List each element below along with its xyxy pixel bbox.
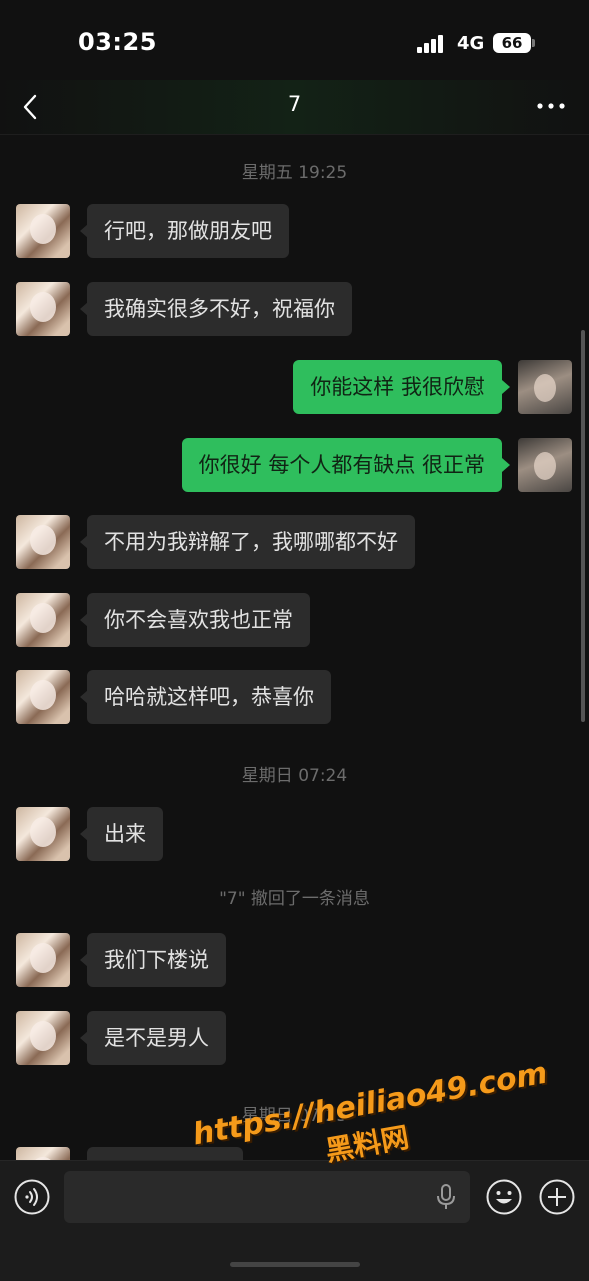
chat-header: 7 (0, 80, 589, 135)
bubble-tail (502, 458, 510, 472)
battery-tip-icon (532, 39, 535, 47)
emoji-button[interactable] (485, 1178, 523, 1216)
recall-notice: "7" 撤回了一条消息 (219, 889, 370, 909)
contact-avatar[interactable] (16, 282, 70, 336)
chat-scrollbar[interactable] (581, 330, 585, 722)
voice-input-button[interactable] (13, 1178, 51, 1216)
signal-strength-icon (417, 35, 449, 53)
message-list[interactable]: 星期五 19:25 行吧，那做朋友吧 我确实很多不好，祝福你 你能这样 我很欣慰… (0, 135, 589, 1160)
timestamp: 星期五 19:25 (241, 163, 348, 183)
contact-avatar[interactable] (16, 593, 70, 647)
message-bubble[interactable]: 行吧，那做朋友吧 (87, 204, 289, 258)
mic-icon[interactable] (436, 1184, 456, 1210)
contact-avatar[interactable] (16, 933, 70, 987)
status-time: 03:25 (78, 28, 157, 56)
message-bubble[interactable]: 我们下楼说 (87, 933, 226, 987)
message-bubble[interactable]: 不用为我辩解了，我哪哪都不好 (87, 515, 415, 569)
message-bubble[interactable]: 哈哈就这样吧，恭喜你 (87, 670, 331, 724)
status-bar: 03:25 4G 66 (0, 0, 589, 80)
more-dots-icon (537, 103, 565, 109)
message-bubble[interactable]: 我确实很多不好，祝福你 (87, 282, 352, 336)
emoji-icon (486, 1179, 522, 1215)
message-bubble-own[interactable]: 你很好 每个人都有缺点 很正常 (181, 438, 502, 492)
message-bubble-own[interactable]: 你能这样 我很欣慰 (293, 360, 502, 414)
my-avatar[interactable] (518, 360, 572, 414)
message-bubble[interactable]: 出来 (87, 807, 163, 861)
home-indicator (230, 1262, 360, 1267)
chat-title: 7 (287, 92, 302, 116)
contact-avatar[interactable] (16, 670, 70, 724)
contact-avatar[interactable] (16, 807, 70, 861)
network-type: 4G (457, 33, 485, 54)
my-avatar[interactable] (518, 438, 572, 492)
more-button[interactable] (535, 90, 567, 122)
contact-avatar[interactable] (16, 204, 70, 258)
plus-icon (539, 1179, 575, 1215)
more-actions-button[interactable] (538, 1178, 576, 1216)
timestamp: 星期日 07:24 (241, 766, 348, 786)
voice-icon (14, 1179, 50, 1215)
message-bubble[interactable]: 你不会喜欢我也正常 (87, 593, 310, 647)
contact-avatar[interactable] (16, 1147, 70, 1160)
contact-avatar[interactable] (16, 1011, 70, 1065)
bubble-tail (502, 380, 510, 394)
message-bubble[interactable]: 是不是男人 (87, 1011, 226, 1065)
battery-level: 66 (493, 33, 531, 53)
contact-avatar[interactable] (16, 515, 70, 569)
